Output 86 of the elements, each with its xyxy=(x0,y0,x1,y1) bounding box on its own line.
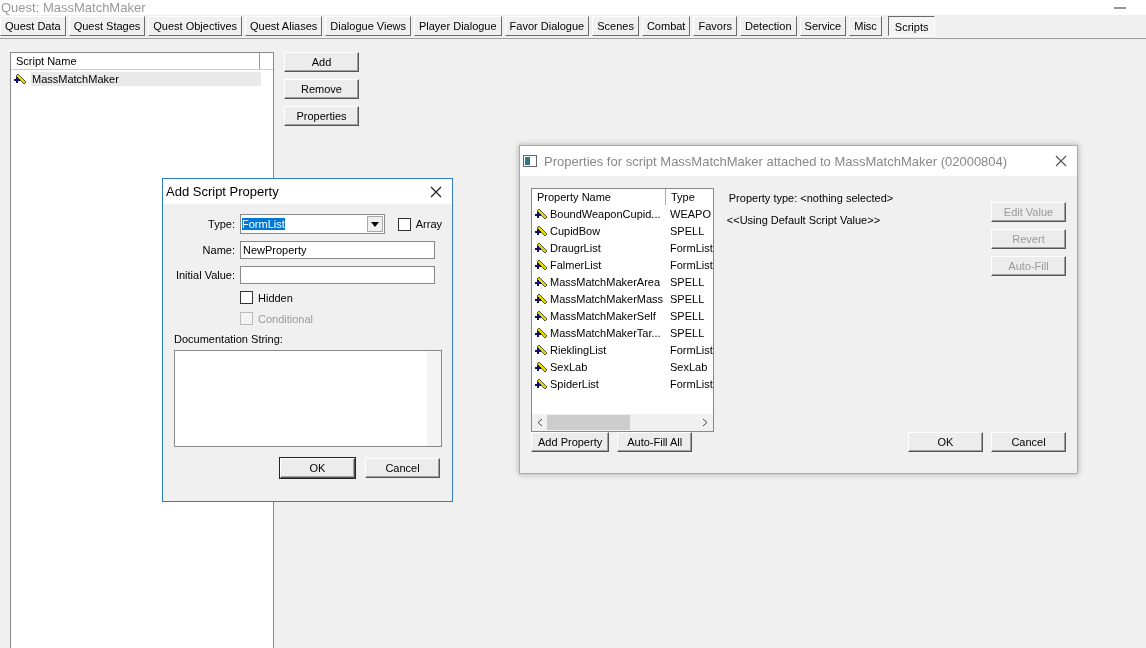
tab[interactable]: Misc xyxy=(849,16,882,36)
tab[interactable]: Quest Data xyxy=(0,16,66,36)
property-name[interactable]: MassMatchMakerTar... xyxy=(550,326,670,339)
script-button[interactable]: Remove xyxy=(284,79,359,99)
tab[interactable]: Combat xyxy=(641,16,691,36)
close-icon[interactable] xyxy=(1055,155,1067,167)
script-icon xyxy=(534,206,550,221)
checkbox[interactable] xyxy=(397,217,411,231)
property-type: FormList xyxy=(670,377,713,390)
property-type: WEAPO xyxy=(670,207,711,220)
field-label: Type: xyxy=(207,218,235,230)
tab[interactable]: Dialogue Views xyxy=(325,16,411,36)
property-type: SPELL xyxy=(670,309,705,322)
property-type: FormList xyxy=(670,258,713,271)
close-icon[interactable] xyxy=(430,185,442,198)
tab[interactable]: Scenes xyxy=(592,16,639,36)
dialog-button[interactable]: Cancel xyxy=(991,432,1066,452)
name-field[interactable]: NewProperty xyxy=(240,241,435,259)
property-name[interactable]: BoundWeaponCupid... xyxy=(550,207,670,220)
script-icon xyxy=(534,376,550,391)
script-icon xyxy=(534,223,550,238)
property-type: SPELL xyxy=(670,224,705,237)
tab[interactable]: Player Dialogue xyxy=(413,16,502,36)
property-type: SPELL xyxy=(670,292,705,305)
tab[interactable]: Favors xyxy=(693,16,738,36)
script-icon xyxy=(534,291,550,306)
checkbox-label: Hidden xyxy=(258,291,293,304)
property-type: SPELL xyxy=(670,326,705,339)
property-name[interactable]: MassMatchMakerArea xyxy=(550,275,670,288)
script-icon xyxy=(534,308,550,323)
field-label: Documentation String: xyxy=(174,333,284,345)
dialog-button[interactable]: Add Property xyxy=(531,432,610,452)
type-dropdown[interactable]: FormList xyxy=(240,214,385,234)
column-header[interactable]: Type xyxy=(666,189,695,205)
dialog-button[interactable]: Auto-Fill All xyxy=(617,432,693,452)
property-name[interactable]: RieklingList xyxy=(550,343,670,356)
property-type: SexLab xyxy=(670,360,708,373)
column-header[interactable]: Script Name xyxy=(11,53,260,69)
property-type: SPELL xyxy=(670,275,705,288)
property-name[interactable]: SpiderList xyxy=(550,377,670,390)
dialog-button[interactable]: OK xyxy=(908,432,983,452)
window-title: Quest: MassMatchMaker xyxy=(1,0,146,15)
documentation-field[interactable] xyxy=(174,350,442,447)
tab[interactable]: Detection xyxy=(740,16,797,36)
initial-value-field[interactable] xyxy=(240,266,435,284)
checkbox[interactable] xyxy=(240,291,253,304)
default-value-label: <<Using Default Script Value>> xyxy=(726,214,882,226)
property-type-label: Property type: <nothing selected> xyxy=(728,192,895,204)
script-button[interactable]: Properties xyxy=(284,106,359,126)
property-type: FormList xyxy=(670,241,713,254)
checkbox-label: Array xyxy=(415,218,442,230)
field-label: Initial Value: xyxy=(174,269,235,281)
script-name[interactable]: MassMatchMaker xyxy=(31,72,261,86)
script-icon xyxy=(13,72,29,86)
property-type: FormList xyxy=(670,343,713,356)
script-button[interactable]: Add xyxy=(284,52,359,72)
tab[interactable]: Quest Stages xyxy=(68,16,146,36)
script-icon xyxy=(534,274,550,289)
property-name[interactable]: MassMatchMakerSelf xyxy=(550,309,670,322)
tab[interactable]: Quest Objectives xyxy=(148,16,243,36)
scroll-left-icon[interactable] xyxy=(537,418,543,427)
dropdown-arrow-icon xyxy=(370,221,379,227)
script-icon xyxy=(534,240,550,255)
script-icon xyxy=(534,257,550,272)
property-name[interactable]: FalmerList xyxy=(550,258,670,271)
property-name[interactable]: CupidBow xyxy=(550,224,670,237)
dialog-button[interactable]: Cancel xyxy=(365,458,440,478)
property-name[interactable]: SexLab xyxy=(550,360,670,373)
script-icon xyxy=(534,359,550,374)
checkbox-label: Conditional xyxy=(258,312,314,325)
property-name[interactable]: MassMatchMakerMass xyxy=(550,292,670,305)
dialog-title: Add Script Property xyxy=(166,184,279,199)
scroll-right-icon[interactable] xyxy=(701,418,708,427)
column-header[interactable]: Property Name xyxy=(532,189,666,205)
script-icon xyxy=(534,342,550,357)
tab[interactable]: Service xyxy=(799,16,847,36)
horizontal-scrollbar[interactable] xyxy=(532,414,713,431)
script-icon xyxy=(534,325,550,340)
tab[interactable]: Favor Dialogue xyxy=(504,16,590,36)
property-name[interactable]: DraugrList xyxy=(550,241,670,254)
window-icon xyxy=(523,155,537,167)
field-label: Name: xyxy=(201,244,235,256)
tab[interactable]: Quest Aliases xyxy=(245,16,323,36)
dialog-title: Properties for script MassMatchMaker attached to MassMatchMaker (02000804) xyxy=(544,153,1008,169)
dialog-button[interactable]: OK xyxy=(280,458,355,478)
tab[interactable]: Scripts xyxy=(887,16,936,36)
